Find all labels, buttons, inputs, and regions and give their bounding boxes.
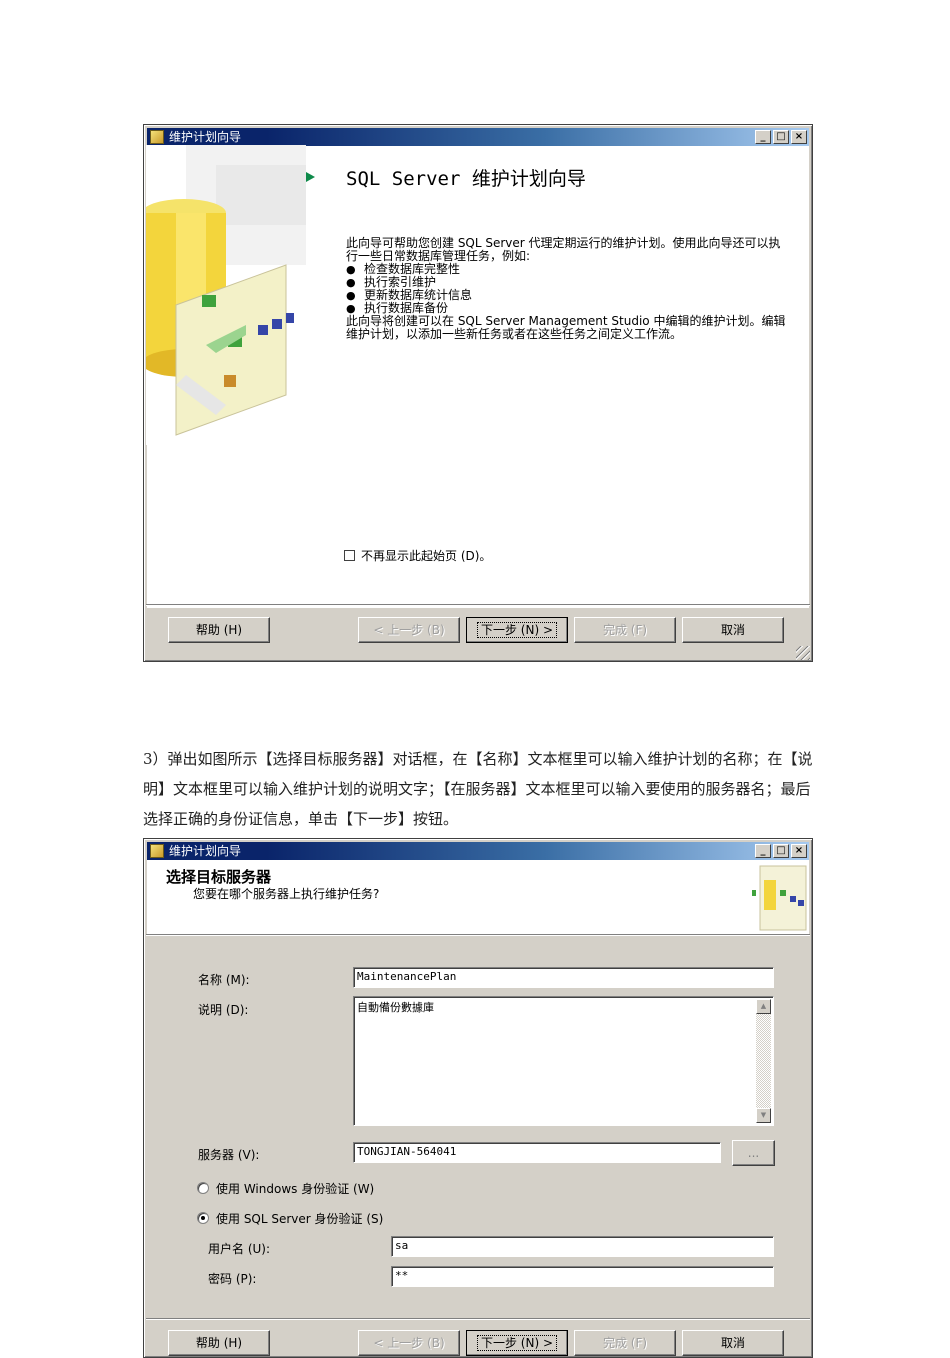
maximize-icon[interactable]: □ <box>773 130 789 144</box>
close-icon[interactable]: × <box>791 130 807 144</box>
checkbox-box[interactable] <box>344 550 355 561</box>
back-button[interactable]: < 上一步 (B) <box>358 617 460 643</box>
window-title: 维护计划向导 <box>169 844 242 858</box>
minimize-icon[interactable]: _ <box>755 844 771 858</box>
browse-server-button[interactable]: ... <box>732 1140 775 1166</box>
resize-grip-icon[interactable] <box>796 646 810 660</box>
maximize-icon[interactable]: □ <box>773 844 789 858</box>
dont-show-checkbox[interactable]: 不再显示此起始页 (D)。 <box>344 547 491 564</box>
help-button[interactable]: 帮助 (H) <box>168 617 270 643</box>
window-title: 维护计划向导 <box>169 130 242 144</box>
server-field[interactable]: TONGJIAN-564041 <box>353 1142 721 1163</box>
header-divider <box>146 934 810 936</box>
wizard-heading: SQL Server 维护计划向导 <box>346 168 586 190</box>
intro-text-1: 此向导可帮助您创建 SQL Server 代理定期运行的维护计划。使用此向导还可… <box>346 236 781 263</box>
button-divider <box>146 1318 810 1320</box>
description-text: 自動備份數據庫 <box>357 1001 434 1014</box>
wizard-intro: 此向导可帮助您创建 SQL Server 代理定期运行的维护计划。使用此向导还可… <box>346 237 786 341</box>
name-field[interactable]: MaintenancePlan <box>353 967 774 988</box>
sql-auth-label[interactable]: 使用 SQL Server 身份验证 (S) <box>216 1210 383 1227</box>
password-label: 密码 (P): <box>208 1272 257 1286</box>
close-icon[interactable]: × <box>791 844 807 858</box>
password-field[interactable]: ** <box>391 1266 774 1287</box>
page-title: 选择目标服务器 <box>166 868 272 886</box>
header-illustration-icon <box>752 865 807 931</box>
description-field[interactable]: 自動備份數據庫 ▲ ▼ <box>353 996 774 1126</box>
help-button[interactable]: 帮助 (H) <box>168 1330 270 1356</box>
checkbox-label: 不再显示此起始页 (D)。 <box>361 549 492 563</box>
description-label: 说明 (D): <box>198 1003 249 1017</box>
wizard-arrow-icon <box>306 172 315 182</box>
intro-text-2: 此向导将创建可以在 SQL Server Management Studio 中… <box>346 314 786 341</box>
next-button[interactable]: 下一步 (N) > <box>466 617 568 643</box>
finish-button[interactable]: 完成 (F) <box>574 617 676 643</box>
username-label: 用户名 (U): <box>208 1242 271 1256</box>
button-divider <box>146 604 810 606</box>
description-scrollbar[interactable]: ▲ ▼ <box>756 999 771 1123</box>
wizard-illustration <box>146 145 306 445</box>
finish-button[interactable]: 完成 (F) <box>574 1330 676 1356</box>
sql-auth-radio[interactable] <box>197 1212 209 1224</box>
next-button[interactable]: 下一步 (N) > <box>466 1330 568 1356</box>
back-button[interactable]: < 上一步 (B) <box>358 1330 460 1356</box>
name-label: 名称 (M): <box>198 973 250 987</box>
wizard-app-icon <box>150 130 164 144</box>
wizard-app-icon <box>150 844 164 858</box>
server-label: 服务器 (V): <box>198 1148 260 1162</box>
title-bar[interactable]: 维护计划向导 _ □ × <box>147 128 809 146</box>
cancel-button[interactable]: 取消 <box>682 617 784 643</box>
username-field[interactable]: sa <box>391 1236 774 1257</box>
cancel-button[interactable]: 取消 <box>682 1330 784 1356</box>
page-subtitle: 您要在哪个服务器上执行维护任务? <box>193 887 380 901</box>
title-bar[interactable]: 维护计划向导 _ □ × <box>147 842 809 860</box>
windows-auth-radio[interactable] <box>197 1182 209 1194</box>
minimize-icon[interactable]: _ <box>755 130 771 144</box>
instruction-paragraph: 3）弹出如图所示【选择目标服务器】对话框，在【名称】文本框里可以输入维护计划的名… <box>143 750 813 828</box>
scroll-down-icon[interactable]: ▼ <box>756 1108 771 1123</box>
windows-auth-label[interactable]: 使用 Windows 身份验证 (W) <box>216 1180 374 1197</box>
scroll-up-icon[interactable]: ▲ <box>756 999 771 1014</box>
